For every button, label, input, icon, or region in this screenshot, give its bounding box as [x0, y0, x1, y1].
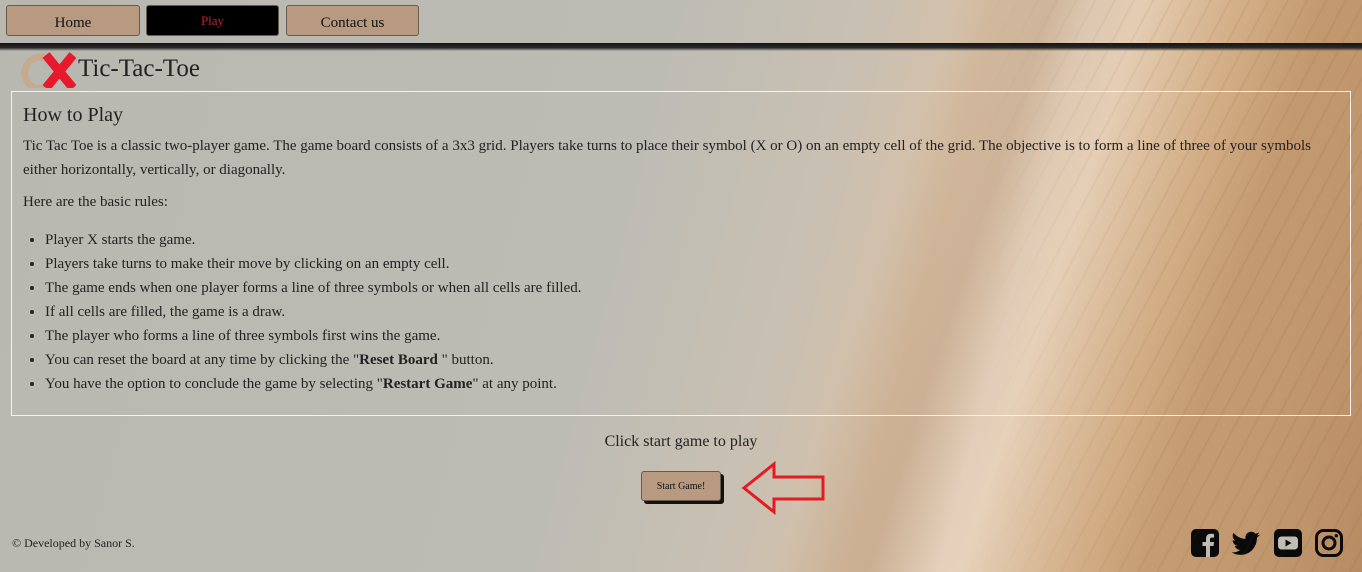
arrow-left-icon [741, 461, 825, 515]
ox-logo [21, 52, 76, 88]
rule-item: The game ends when one player forms a li… [45, 276, 581, 300]
rule-item-reset: You can reset the board at any time by c… [45, 348, 581, 372]
rule-text: " button. [437, 352, 494, 368]
how-to-play-panel: How to Play Tic Tac Toe is a classic two… [11, 91, 1351, 416]
youtube-icon[interactable] [1273, 528, 1303, 558]
navbar-shadow [0, 43, 1362, 51]
facebook-icon[interactable] [1190, 528, 1220, 558]
social-links [1190, 528, 1345, 558]
rule-bold: Restart Game [382, 376, 473, 392]
nav-play-button[interactable]: Play [146, 5, 279, 36]
intro-paragraph: Tic Tac Toe is a classic two-player game… [23, 138, 1312, 178]
rule-bold: Reset Board [359, 352, 438, 368]
footer-copyright: © Developed by Sanor S. [12, 536, 135, 550]
rule-item: Player X starts the game. [45, 228, 581, 252]
instagram-icon[interactable] [1314, 528, 1344, 558]
rule-item: The player who forms a line of three sym… [45, 324, 581, 348]
rule-text: You can reset the board at any time by c… [45, 352, 360, 368]
nav-home-button[interactable]: Home [6, 5, 140, 36]
site-title: Tic-Tac-Toe [78, 55, 200, 82]
how-to-play-heading: How to Play [23, 104, 123, 126]
rules-list: Player X starts the game. Players take t… [23, 228, 581, 396]
top-navbar: Home Play Contact us [0, 0, 1362, 44]
start-game-button[interactable]: Start Game! [641, 471, 721, 501]
basic-rules-label: Here are the basic rules: [23, 194, 168, 210]
rule-text: You have the option to conclude the game… [45, 376, 383, 392]
rule-item: If all cells are filled, the game is a d… [45, 300, 581, 324]
start-prompt: Click start game to play [604, 433, 758, 450]
rule-text: " at any point. [472, 376, 557, 392]
nav-contact-button[interactable]: Contact us [286, 5, 419, 36]
rule-item-restart: You have the option to conclude the game… [45, 372, 581, 396]
rule-item: Players take turns to make their move by… [45, 252, 581, 276]
twitter-icon[interactable] [1231, 528, 1261, 558]
